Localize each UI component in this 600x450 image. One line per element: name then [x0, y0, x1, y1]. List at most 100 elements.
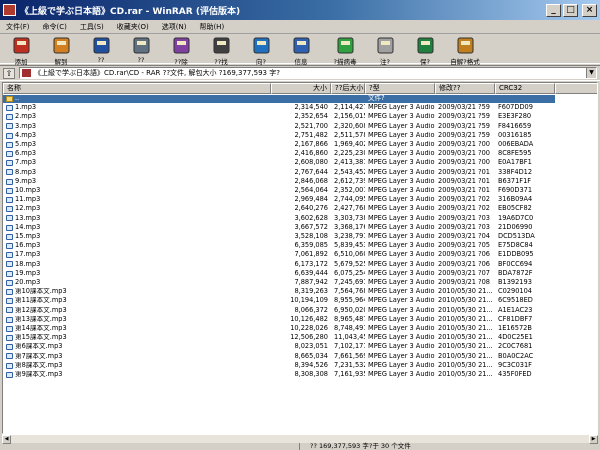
toolbar-button-comment[interactable]: 注? — [368, 35, 402, 66]
column-size[interactable]: 大小 — [271, 83, 331, 94]
comment-icon — [377, 37, 393, 54]
menu-commands[interactable]: 命令(C) — [43, 22, 67, 32]
file-name: 第8課本文.mp3 — [15, 361, 63, 369]
table-row[interactable]: 6.mp3 2,416,860 2,225,230 MPEG Layer 3 Audi… — [3, 150, 555, 158]
scroll-track[interactable] — [11, 435, 589, 443]
cell: 2010/05/30 21... — [438, 361, 493, 369]
menu-file[interactable]: 文件(F) — [6, 22, 30, 32]
maximize-button[interactable]: □ — [563, 3, 578, 17]
cell: 2009/03/21 ?04 — [438, 233, 490, 240]
table-row[interactable]: 14.mp3 3,667,572 3,368,176 MPEG Layer 3 Aud… — [3, 224, 555, 232]
table-row[interactable]: 19.mp3 6,639,444 6,075,254 MPEG Layer 3 Aud… — [3, 270, 555, 278]
menu-help[interactable]: 帮助(H) — [199, 22, 224, 32]
up-folder-button[interactable]: ⇧ — [3, 67, 15, 79]
file-list[interactable]: 名称 大小 ??后大小 ?型 修改?? CRC32 .. 文件? 1.mp3 2,31… — [2, 82, 598, 434]
table-row[interactable]: 第13課本文.mp3 10,126,482 8,965,487 MPEG Layer … — [3, 316, 555, 324]
table-row[interactable]: 5.mp3 2,167,866 1,969,402 MPEG Layer 3 Audi… — [3, 141, 555, 149]
column-type[interactable]: ?型 — [365, 83, 435, 94]
cell: MPEG Layer 3 Audio — [368, 205, 435, 213]
menu-tools[interactable]: 工具(S) — [80, 22, 104, 32]
table-row[interactable]: 第15課本文.mp3 12,506,280 11,043,456MPEG Layer… — [3, 334, 555, 342]
table-row[interactable]: 2.mp3 2,352,654 2,156,015 MPEG Layer 3 Audi… — [3, 113, 555, 121]
table-row[interactable]: 18.mp3 6,173,172 5,679,525 MPEG Layer 3 Aud… — [3, 261, 555, 269]
toolbar-button-view[interactable]: ?? — [124, 35, 158, 64]
cell: MPEG Layer 3 Audio — [368, 297, 435, 305]
cell: 2,543,452 — [334, 168, 365, 176]
table-row[interactable]: 3.mp3 2,521,700 2,320,608 MPEG Layer 3 Audi… — [3, 123, 555, 131]
cell: 8,023,051 — [294, 343, 328, 351]
file-name: 18.mp3 — [15, 260, 41, 268]
cell: 2,314,540 — [294, 104, 328, 112]
toolbar-button-delete[interactable]: ??除 — [164, 35, 198, 66]
table-row[interactable]: 15.mp3 3,528,108 3,238,791 MPEG Layer 3 Aud… — [3, 233, 555, 241]
cell: 2010/05/30 21... — [438, 334, 493, 342]
table-row[interactable]: 第9課本文.mp3 8,308,308 7,161,935 MPEG Layer 3 … — [3, 371, 555, 379]
toolbar-button-sfx[interactable]: 自解?格式 — [448, 35, 482, 66]
file-name: 第10課本文.mp3 — [15, 288, 67, 296]
cell: MPEG Layer 3 Audio — [368, 352, 435, 360]
table-row[interactable]: 4.mp3 2,751,482 2,511,578 MPEG Layer 3 Audi… — [3, 132, 555, 140]
cell: 6,359,085 — [294, 242, 328, 250]
file-name: 第13課本文.mp3 — [15, 315, 67, 323]
table-row[interactable]: 13.mp3 3,602,628 3,303,738 MPEG Layer 3 Aud… — [3, 215, 555, 223]
table-row[interactable]: 第14課本文.mp3 10,228,026 8,748,491 MPEG Layer … — [3, 325, 555, 333]
table-row[interactable]: 9.mp3 2,846,068 2,612,739 MPEG Layer 3 Audi… — [3, 178, 555, 186]
table-row[interactable]: 第11課本文.mp3 10,194,109 8,955,964 MPEG Layer … — [3, 297, 555, 305]
table-row[interactable]: 11.mp3 2,969,484 2,744,095 MPEG Layer 3 Aud… — [3, 196, 555, 204]
cell: MPEG Layer 3 Audio — [368, 251, 435, 259]
winrar-app-icon[interactable] — [3, 4, 16, 16]
table-row[interactable]: 12.mp3 2,640,276 2,427,768 MPEG Layer 3 Aud… — [3, 205, 555, 213]
cell: MPEG Layer 3 Audio — [368, 325, 435, 332]
table-row[interactable]: 第10課本文.mp3 8,319,263 7,564,768 MPEG Layer 3… — [3, 288, 555, 296]
audio-file-icon — [6, 104, 13, 111]
toolbar-button-test[interactable]: ?? — [84, 35, 118, 64]
file-name: 10.mp3 — [15, 187, 41, 194]
chevron-down-icon[interactable]: ▼ — [586, 68, 596, 78]
column-crc[interactable]: CRC32 — [495, 83, 555, 94]
table-row[interactable]: 8.mp3 2,767,644 2,543,452 MPEG Layer 3 Audi… — [3, 169, 555, 177]
find-icon — [213, 37, 229, 54]
file-name: 12.mp3 — [15, 205, 41, 213]
table-row[interactable]: 第7課本文.mp3 8,665,034 7,661,569 MPEG Layer 3 … — [3, 353, 555, 361]
cell: 2009/03/21 ?06 — [438, 260, 490, 268]
table-row[interactable]: 16.mp3 6,359,085 5,839,453 MPEG Layer 3 Aud… — [3, 242, 555, 250]
column-modified[interactable]: 修改?? — [435, 83, 495, 94]
path-combobox[interactable]: 《上級で学ぶ日本語》CD.rar\CD - RAR ??文件, 解包大小 ?16… — [19, 67, 597, 79]
toolbar: 添加 解到???? ??除 ??找 向? 信息 ?描病毒 注? 保? 自解?格式 — [0, 35, 600, 66]
table-row[interactable]: 10.mp3 2,564,064 2,352,001 MPEG Layer 3 Aud… — [3, 187, 555, 195]
cell: MPEG Layer 3 Audio — [368, 334, 435, 342]
menu-options[interactable]: 选项(N) — [162, 22, 187, 32]
toolbar-button-info[interactable]: 信息 — [284, 35, 318, 66]
menu-favorites[interactable]: 收藏夹(O) — [117, 22, 149, 32]
table-row[interactable]: 1.mp3 2,314,540 2,114,427 MPEG Layer 3 Audi… — [3, 104, 555, 112]
toolbar-button-protect[interactable]: 保? — [408, 35, 442, 66]
table-row[interactable]: 7.mp3 2,608,080 2,413,381 MPEG Layer 3 Audi… — [3, 159, 555, 167]
table-row[interactable]: 20.mp3 7,887,942 7,245,691 MPEG Layer 3 Aud… — [3, 279, 555, 287]
parent-folder-row[interactable]: .. 文件? — [3, 95, 555, 103]
file-name: 20.mp3 — [15, 279, 41, 286]
toolbar-button-virus-scan[interactable]: ?描病毒 — [328, 35, 362, 66]
cell: 316B09A4 — [498, 196, 533, 204]
cell: MPEG Layer 3 Audio — [368, 187, 435, 194]
column-name[interactable]: 名称 — [3, 83, 271, 94]
table-row[interactable]: 第12課本文.mp3 8,066,372 6,950,020 MPEG Layer 3… — [3, 307, 555, 315]
toolbar-button-wizard[interactable]: 向? — [244, 35, 278, 66]
toolbar-button-add[interactable]: 添加 — [4, 35, 38, 66]
info-icon — [293, 37, 309, 54]
toolbar-button-find[interactable]: ??找 — [204, 35, 238, 66]
column-packed[interactable]: ??后大小 — [331, 83, 365, 94]
table-row[interactable]: 第6課本文.mp3 8,023,051 7,102,171 MPEG Layer 3 … — [3, 343, 555, 351]
file-name-cell: 第6課本文.mp3 — [3, 343, 271, 351]
table-row[interactable]: 17.mp3 7,061,892 6,510,060 MPEG Layer 3 Aud… — [3, 251, 555, 259]
table-row[interactable]: 第8課本文.mp3 8,394,526 7,231,532 MPEG Layer 3 … — [3, 362, 555, 370]
cell: 2,416,860 — [294, 150, 328, 158]
toolbar-button-extract-to[interactable]: 解到 — [44, 35, 78, 66]
horizontal-scrollbar[interactable]: ◀ ▶ — [2, 434, 598, 444]
file-name: 19.mp3 — [15, 269, 41, 277]
cell: MPEG Layer 3 Audio — [368, 343, 435, 351]
title-bar: 《上級で学ぶ日本語》CD.rar - WinRAR (评估版本) _ □ × — [0, 0, 600, 20]
file-name: 7.mp3 — [15, 159, 37, 167]
cell: 7,661,569 — [334, 352, 365, 360]
minimize-button[interactable]: _ — [546, 3, 561, 17]
close-button[interactable]: × — [582, 3, 597, 17]
